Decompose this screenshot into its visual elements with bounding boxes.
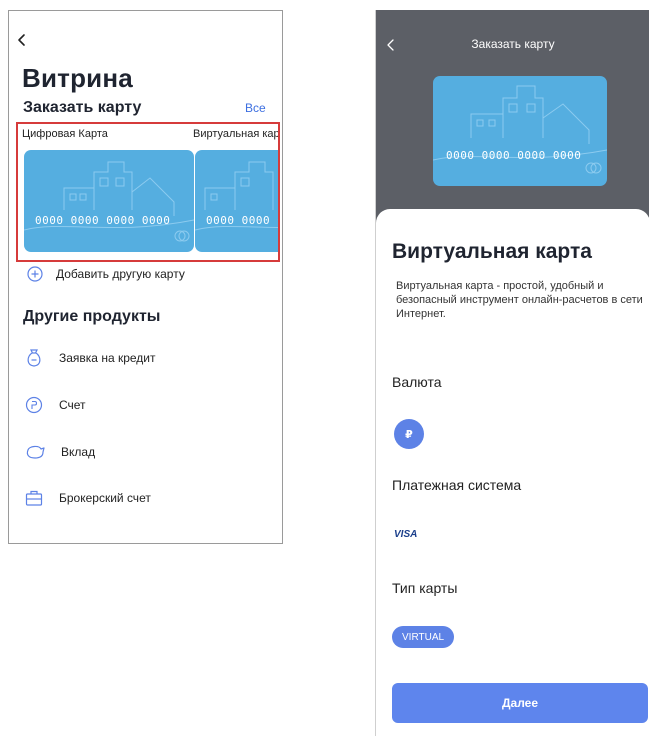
piggy-bank-icon [26,445,45,459]
back-arrow-icon[interactable] [15,33,29,47]
showcase-screen: Витрина Заказать карту Все Цифровая Карт… [8,10,283,544]
digital-card-label: Цифровая Карта [22,128,108,140]
product-label: Вклад [61,445,96,459]
product-label: Брокерский счет [59,491,151,505]
money-bag-icon [27,349,41,367]
virtual-card-tile[interactable]: 0000 0000 0000 0000 [195,150,278,252]
product-label: Счет [59,398,86,412]
card-number: 0000 0000 0000 0000 [35,214,171,227]
card-description: Виртуальная карта - простой, удобный и б… [396,280,643,320]
product-item-deposit[interactable]: Вклад [25,441,95,463]
ruble-icon: ₽ [405,428,413,441]
currency-rub-button[interactable]: ₽ [394,419,424,449]
card-type-label: Тип карты [392,580,458,596]
add-card-button[interactable]: Добавить другую карту [27,264,185,284]
card-number: 0000 0000 0000 0000 [206,214,278,227]
page-title: Витрина [22,63,133,93]
next-button[interactable]: Далее [392,683,648,723]
product-item-brokerage[interactable]: Брокерский счет [25,487,151,509]
add-card-label: Добавить другую карту [56,267,185,281]
card-city-illustration [433,85,607,174]
other-products-heading: Другие продукты [23,308,161,325]
payment-system-label: Платежная система [392,477,522,493]
card-carousel: Цифровая Карта Виртуальная карта 0000 00… [16,122,280,262]
card-city-illustration [195,161,278,231]
card-preview: 0000 0000 0000 0000 [433,76,607,186]
digital-card-tile[interactable]: 0000 0000 0000 0000 [24,150,194,252]
visa-logo[interactable]: VISA [394,529,417,540]
product-item-account[interactable]: Счет [25,394,86,416]
plus-circle-icon [27,266,43,282]
account-icon [25,396,43,414]
header-title: Заказать карту [471,37,555,51]
briefcase-icon [25,490,43,506]
virtual-card-label: Виртуальная карта [193,128,280,140]
product-item-credit[interactable]: Заявка на кредит [25,347,156,369]
card-type-chip[interactable]: VIRTUAL [392,626,455,648]
card-city-illustration [24,161,194,242]
product-label: Заявка на кредит [59,351,156,365]
card-number: 0000 0000 0000 0000 [446,149,582,162]
order-card-screen: Заказать карту 0000 0000 0000 0000 Вирту… [375,10,649,736]
card-title: Виртуальная карта [392,240,592,263]
currency-label: Валюта [392,374,442,390]
see-all-link[interactable]: Все [245,101,266,115]
order-card-heading: Заказать карту [23,99,142,116]
